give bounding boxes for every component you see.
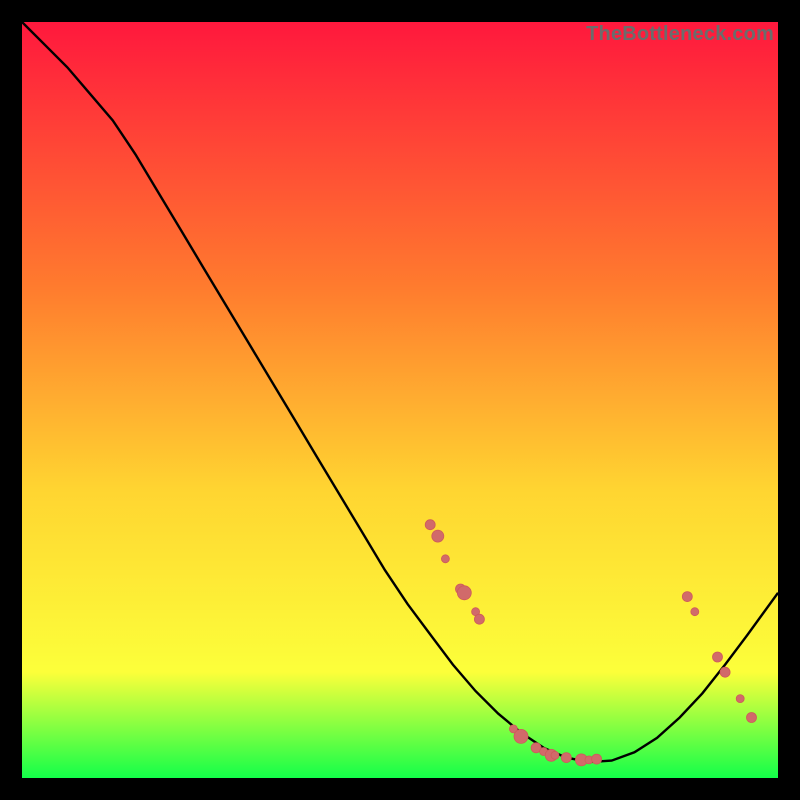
data-marker: [441, 555, 449, 563]
data-marker: [425, 520, 435, 530]
data-marker: [720, 667, 730, 677]
bottleneck-chart: [22, 22, 778, 778]
data-marker: [592, 754, 602, 764]
data-marker: [682, 592, 692, 602]
data-marker: [432, 530, 444, 542]
data-marker: [514, 729, 528, 743]
data-marker: [474, 614, 484, 624]
data-marker: [736, 695, 744, 703]
data-marker: [691, 608, 699, 616]
data-marker: [457, 586, 471, 600]
gradient-background: [22, 22, 778, 778]
data-marker: [713, 652, 723, 662]
data-marker: [551, 751, 559, 759]
data-marker: [561, 753, 571, 763]
data-marker: [747, 713, 757, 723]
chart-frame: TheBottleneck.com: [22, 22, 778, 778]
